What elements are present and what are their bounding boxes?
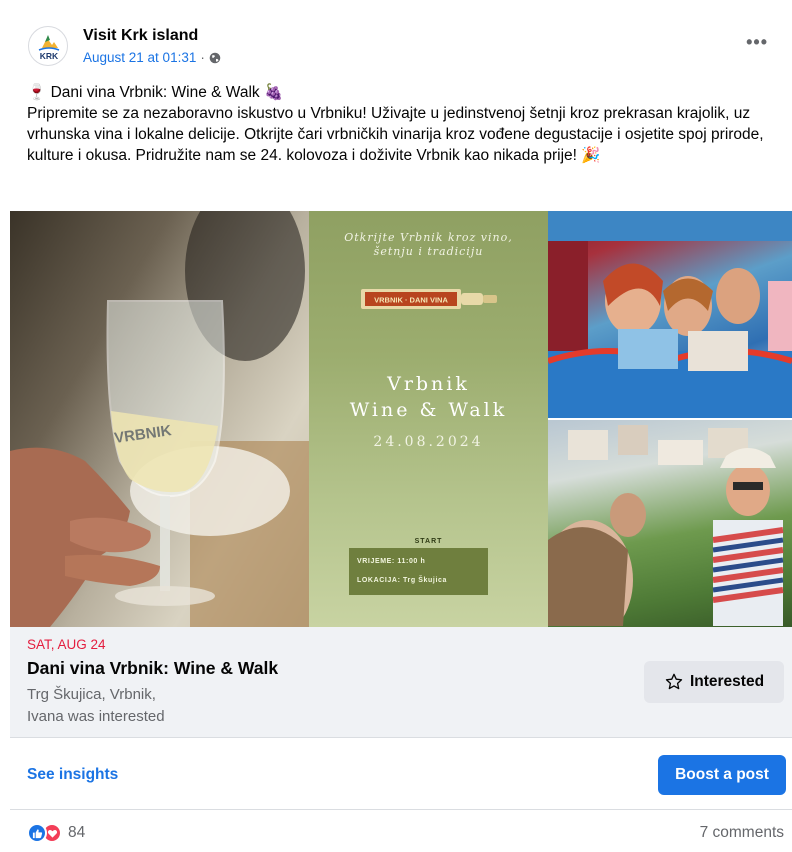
event-interest-note: Ivana was interested	[27, 708, 165, 725]
wine-glass-photo[interactable]: VRBNIK	[10, 211, 309, 627]
reaction-count: 84	[68, 824, 86, 841]
poster-start-label: START	[414, 538, 443, 545]
poster-tagline-line-2: šetnju i tradiciju	[373, 245, 484, 258]
post-meta: August 21 at 01:31 ·	[83, 50, 221, 65]
post-text-line-title: 🍷 Dani vina Vrbnik: Wine & Walk 🍇	[27, 84, 284, 101]
meta-separator: ·	[200, 50, 205, 65]
event-info[interactable]: SAT, AUG 24 Dani vina Vrbnik: Wine & Wal…	[10, 627, 792, 738]
poster-info-box: VRIJEME: 11:00 h LOKACIJA: Trg Škujica	[349, 548, 488, 595]
poster-title: Vrbnik Wine & Walk	[309, 371, 548, 423]
like-reaction-icon	[27, 823, 47, 843]
more-options-button[interactable]: •••	[746, 32, 768, 53]
globe-icon[interactable]	[209, 52, 221, 64]
post-card: KRK Visit Krk island August 21 at 01:31 …	[10, 0, 792, 852]
walk-group-photo[interactable]	[548, 420, 792, 627]
star-icon	[665, 673, 683, 690]
event-title[interactable]: Dani vina Vrbnik: Wine & Walk	[27, 658, 278, 679]
poster-time: VRIJEME: 11:00 h	[357, 558, 426, 565]
poster-date: 24.08.2024	[373, 434, 484, 450]
poster-title-line-1: Vrbnik	[387, 373, 470, 395]
wine-bottle-icon: VRBNIK · DANI VINA	[361, 289, 497, 309]
poster-location: LOKACIJA: Trg Škujica	[357, 577, 448, 584]
tourist-train-photo[interactable]	[548, 211, 792, 418]
event-location: Trg Škujica, Vrbnik,	[27, 686, 156, 703]
svg-text:KRK: KRK	[40, 51, 59, 61]
poster-tagline: Otkrijte Vrbnik kroz vino, šetnju i trad…	[309, 231, 548, 259]
right-photo-column	[548, 211, 792, 627]
event-date: SAT, AUG 24	[27, 637, 106, 652]
krk-logo-icon: KRK	[38, 35, 60, 61]
see-insights-link[interactable]: See insights	[27, 766, 118, 784]
tourist-train-illustration	[548, 211, 792, 418]
post-text-line-body: Pripremite se za nezaboravno iskustvo u …	[27, 105, 764, 164]
wine-glass-illustration: VRBNIK	[10, 211, 309, 627]
event-poster[interactable]: Otkrijte Vrbnik kroz vino, šetnju i trad…	[309, 211, 548, 627]
event-media[interactable]: VRBNIK Otkrijte Vrbnik kroz vino, šetnju…	[10, 211, 792, 627]
boost-post-button[interactable]: Boost a post	[658, 755, 786, 795]
page-avatar[interactable]: KRK	[28, 26, 68, 66]
walk-group-illustration	[548, 425, 784, 627]
svg-text:VRBNIK · DANI VINA: VRBNIK · DANI VINA	[374, 296, 448, 305]
comments-count-link[interactable]: 7 comments	[700, 824, 784, 842]
post-timestamp[interactable]: August 21 at 01:31	[83, 50, 196, 65]
footer-divider	[10, 809, 792, 810]
reactions-summary[interactable]: 84	[27, 823, 85, 843]
page-name-link[interactable]: Visit Krk island	[83, 27, 198, 45]
interested-button[interactable]: Interested	[644, 661, 784, 703]
poster-title-line-2: Wine & Walk	[349, 399, 508, 421]
interested-label: Interested	[689, 673, 765, 690]
post-text: 🍷 Dani vina Vrbnik: Wine & Walk 🍇 Pripre…	[27, 82, 787, 166]
poster-tagline-line-1: Otkrijte Vrbnik kroz vino,	[344, 231, 513, 244]
